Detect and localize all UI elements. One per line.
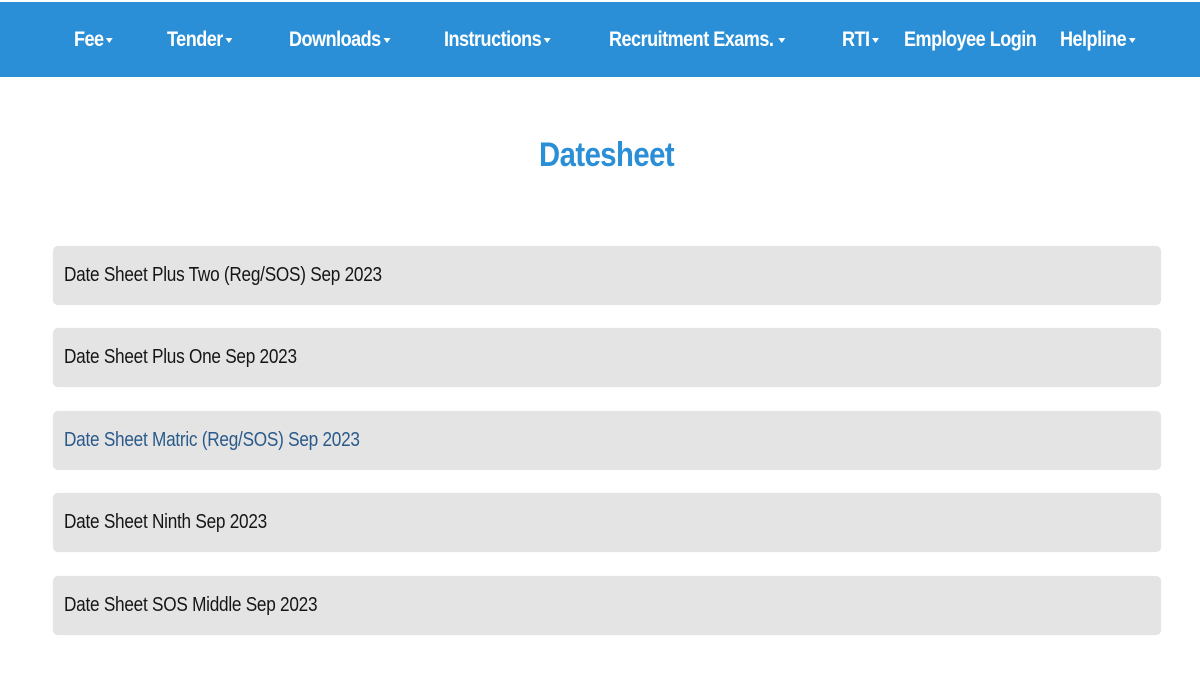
caret-down-icon — [106, 38, 114, 43]
nav-item-label: Instructions — [444, 27, 542, 51]
nav-item-label: Employee Login — [904, 27, 1037, 51]
nav-item-downloads[interactable]: Downloads — [289, 2, 391, 77]
nav-item-employee-login[interactable]: Employee Login — [904, 2, 1037, 77]
top-navigation-bar: Fee Tender Downloads Instructions Recrui… — [0, 2, 1200, 77]
nav-item-label: Downloads — [289, 27, 381, 51]
list-item-sos-middle[interactable]: Date Sheet SOS Middle Sep 2023 — [53, 576, 1161, 635]
nav-item-instructions[interactable]: Instructions — [444, 2, 551, 77]
nav-item-fee[interactable]: Fee — [74, 2, 114, 77]
caret-down-icon — [778, 38, 786, 43]
nav-item-label: RTI — [842, 27, 870, 51]
page-title: Datesheet — [0, 136, 1200, 175]
list-item-label: Date Sheet Plus One Sep 2023 — [64, 346, 297, 368]
nav-item-recruitment-exams[interactable]: Recruitment Exams. — [609, 2, 786, 77]
list-item-label: Date Sheet Plus Two (Reg/SOS) Sep 2023 — [64, 264, 382, 286]
page-title-text: Datesheet — [539, 136, 675, 174]
list-item-matric[interactable]: Date Sheet Matric (Reg/SOS) Sep 2023 — [53, 411, 1161, 470]
nav-item-label: Fee — [74, 27, 104, 51]
nav-item-label: Helpline — [1060, 27, 1127, 51]
nav-item-tender[interactable]: Tender — [167, 2, 233, 77]
list-item-label: Date Sheet Ninth Sep 2023 — [64, 511, 267, 533]
caret-down-icon — [872, 38, 880, 43]
list-item-label: Date Sheet Matric (Reg/SOS) Sep 2023 — [64, 429, 360, 451]
nav-item-label: Tender — [167, 27, 223, 51]
list-item-label: Date Sheet SOS Middle Sep 2023 — [64, 594, 318, 616]
caret-down-icon — [1128, 38, 1136, 43]
list-item-plus-two[interactable]: Date Sheet Plus Two (Reg/SOS) Sep 2023 — [53, 246, 1161, 305]
caret-down-icon — [225, 38, 233, 43]
list-item-plus-one[interactable]: Date Sheet Plus One Sep 2023 — [53, 328, 1161, 387]
nav-item-rti[interactable]: RTI — [842, 2, 880, 77]
caret-down-icon — [383, 38, 391, 43]
list-item-ninth[interactable]: Date Sheet Ninth Sep 2023 — [53, 493, 1161, 552]
nav-item-helpline[interactable]: Helpline — [1060, 2, 1136, 77]
caret-down-icon — [543, 38, 551, 43]
nav-item-label: Recruitment Exams. — [609, 27, 774, 51]
